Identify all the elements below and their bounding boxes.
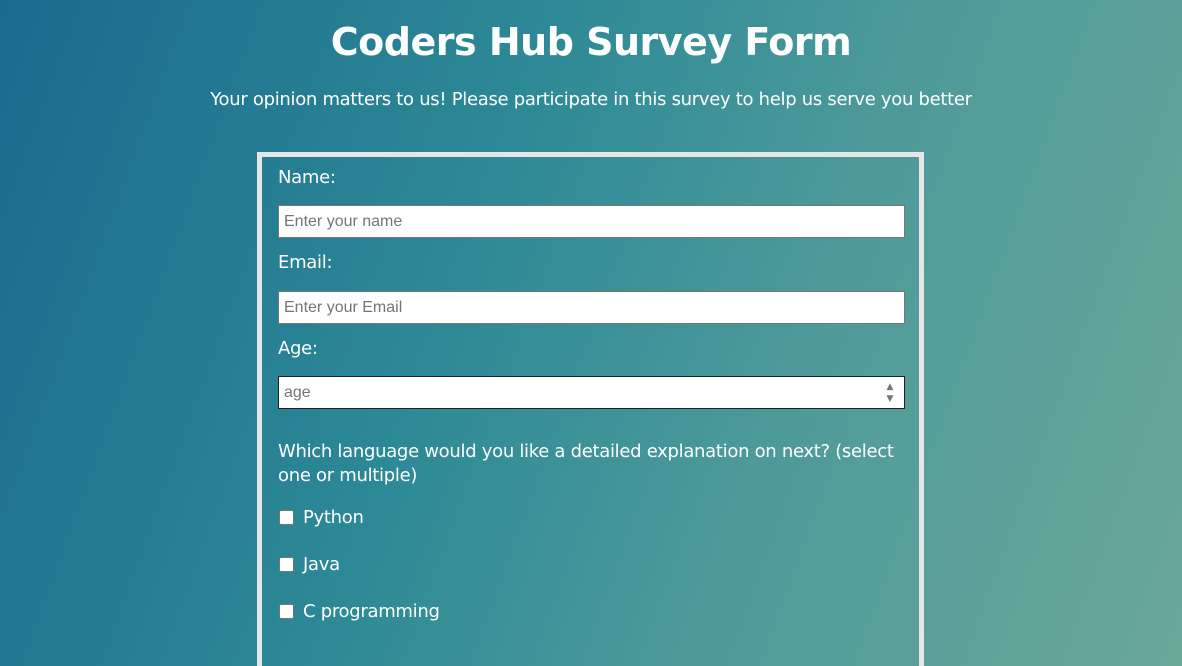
- age-label: Age:: [278, 338, 318, 359]
- python-checkbox[interactable]: [279, 510, 294, 525]
- name-label: Name:: [278, 167, 336, 188]
- language-option-c-programming[interactable]: C programming: [278, 601, 440, 622]
- page-title: Coders Hub Survey Form: [330, 20, 852, 64]
- page-subtitle: Your opinion matters to us! Please parti…: [210, 89, 972, 110]
- language-question: Which language would you like a detailed…: [278, 441, 894, 486]
- email-input[interactable]: [278, 291, 905, 324]
- survey-form: Name: Email: Age: ▲ ▼ Which language wou…: [257, 152, 924, 666]
- spinner-down-icon[interactable]: ▼: [887, 394, 894, 404]
- email-label: Email:: [278, 252, 333, 273]
- python-label[interactable]: Python: [303, 507, 364, 528]
- age-field[interactable]: ▲ ▼: [278, 376, 905, 409]
- language-option-python[interactable]: Python: [278, 507, 364, 528]
- java-label[interactable]: Java: [303, 554, 340, 575]
- language-option-java[interactable]: Java: [278, 554, 340, 575]
- age-spinner[interactable]: ▲ ▼: [885, 382, 895, 404]
- age-input[interactable]: [279, 377, 869, 408]
- spinner-up-icon[interactable]: ▲: [887, 382, 894, 392]
- c-programming-label[interactable]: C programming: [303, 601, 440, 622]
- java-checkbox[interactable]: [279, 557, 294, 572]
- c-programming-checkbox[interactable]: [279, 604, 294, 619]
- name-input[interactable]: [278, 205, 905, 238]
